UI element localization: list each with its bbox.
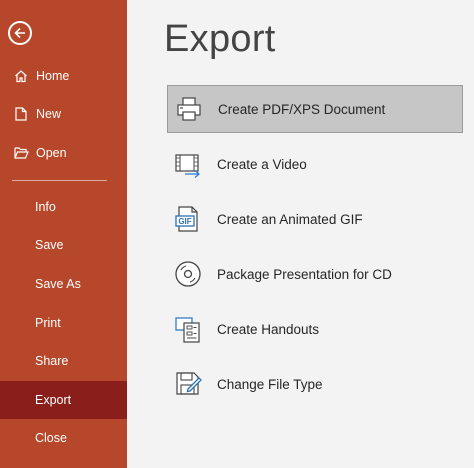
- sidebar-item-label: Home: [36, 69, 70, 83]
- export-option-handouts[interactable]: Create Handouts: [167, 305, 463, 353]
- sidebar-item-new[interactable]: New: [0, 95, 127, 133]
- sidebar-item-label: Save As: [35, 277, 81, 291]
- sidebar-item-label: New: [36, 107, 62, 121]
- sidebar-item-close[interactable]: Close: [0, 419, 127, 457]
- export-option-change-file-type[interactable]: Change File Type: [167, 360, 463, 408]
- sidebar-item-save-as[interactable]: Save As: [0, 265, 127, 303]
- home-icon: [11, 66, 31, 86]
- export-option-gif[interactable]: GIF Create an Animated GIF: [167, 195, 463, 243]
- page-title: Export: [164, 18, 276, 60]
- back-arrow-icon[interactable]: [8, 21, 32, 45]
- export-option-label: Create PDF/XPS Document: [218, 101, 386, 117]
- export-option-package-cd[interactable]: Package Presentation for CD: [167, 250, 463, 298]
- gif-icon: GIF: [171, 202, 205, 236]
- export-option-label: Package Presentation for CD: [217, 266, 392, 282]
- export-option-label: Create a Video: [217, 156, 307, 172]
- sidebar-item-info[interactable]: Info: [0, 188, 127, 226]
- backstage-sidebar: Home New Open Info Save Save As Print Sh…: [0, 0, 127, 468]
- sidebar-item-share[interactable]: Share: [0, 342, 127, 380]
- change-file-type-icon: [171, 367, 205, 401]
- export-pane: Export Create PDF/XPS Document Create a …: [127, 0, 474, 468]
- sidebar-item-label: Export: [35, 393, 72, 407]
- sidebar-item-print[interactable]: Print: [0, 304, 127, 342]
- sidebar-item-home[interactable]: Home: [0, 57, 127, 95]
- sidebar-divider: [12, 180, 107, 181]
- export-option-label: Change File Type: [217, 376, 323, 392]
- sidebar-item-save[interactable]: Save: [0, 226, 127, 264]
- sidebar-item-label: Save: [35, 238, 64, 252]
- sidebar-item-label: Info: [35, 200, 56, 214]
- pdf-xps-icon: [172, 92, 206, 126]
- export-option-video[interactable]: Create a Video: [167, 140, 463, 188]
- video-icon: [171, 147, 205, 181]
- cd-icon: [171, 257, 205, 291]
- sidebar-item-label: Print: [35, 316, 61, 330]
- sidebar-item-export[interactable]: Export: [0, 381, 127, 419]
- export-option-pdf-xps[interactable]: Create PDF/XPS Document: [167, 85, 463, 133]
- new-document-icon: [11, 104, 31, 124]
- svg-text:GIF: GIF: [178, 217, 191, 226]
- sidebar-item-open[interactable]: Open: [0, 134, 127, 172]
- export-option-label: Create an Animated GIF: [217, 211, 363, 227]
- sidebar-item-label: Share: [35, 354, 69, 368]
- sidebar-item-label: Close: [35, 431, 67, 445]
- open-folder-icon: [11, 143, 31, 163]
- export-option-label: Create Handouts: [217, 321, 320, 337]
- sidebar-item-label: Open: [36, 146, 67, 160]
- handouts-icon: [171, 312, 205, 346]
